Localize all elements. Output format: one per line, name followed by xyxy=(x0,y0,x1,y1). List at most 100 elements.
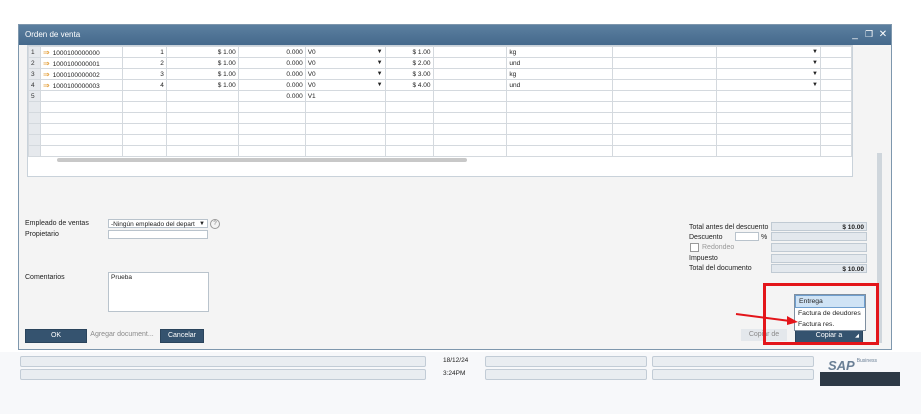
dropdown-cell[interactable] xyxy=(716,90,821,102)
chevron-down-icon[interactable]: ▼ xyxy=(377,71,383,77)
empty-cell[interactable] xyxy=(819,101,852,113)
quantity-cell[interactable] xyxy=(121,90,167,102)
minimize-icon[interactable]: _ xyxy=(849,28,861,41)
empty-cell[interactable] xyxy=(432,57,508,69)
empty-cell[interactable] xyxy=(612,79,718,91)
quantity-cell[interactable]: 2 xyxy=(121,57,167,69)
table-row[interactable] xyxy=(28,101,852,113)
empty-cell[interactable] xyxy=(237,145,306,157)
line-total-cell[interactable] xyxy=(384,90,434,102)
empty-cell[interactable] xyxy=(612,90,718,102)
line-total-cell[interactable]: $ 1.00 xyxy=(384,46,434,58)
unit-price-cell[interactable]: $ 1.00 xyxy=(165,68,239,80)
empty-cell[interactable] xyxy=(432,112,508,124)
empty-cell[interactable] xyxy=(39,145,123,157)
chevron-down-icon[interactable]: ▼ xyxy=(812,60,818,66)
quantity-cell[interactable]: 3 xyxy=(121,68,167,80)
quantity-cell[interactable]: 1 xyxy=(121,46,167,58)
discount-input[interactable] xyxy=(735,232,759,241)
empty-cell[interactable] xyxy=(819,68,852,80)
chevron-down-icon[interactable]: ▼ xyxy=(377,49,383,55)
empty-cell[interactable] xyxy=(432,90,508,102)
item-code-cell[interactable]: ⇒ 1000100000003 xyxy=(39,79,123,91)
empty-cell[interactable] xyxy=(304,134,386,146)
line-total-cell[interactable]: $ 3.00 xyxy=(384,68,434,80)
link-arrow-icon[interactable]: ⇒ xyxy=(43,70,50,79)
empty-cell[interactable] xyxy=(612,57,718,69)
empty-cell[interactable] xyxy=(819,134,852,146)
table-row[interactable] xyxy=(28,145,852,157)
dropdown-cell[interactable]: ▼ xyxy=(716,79,821,91)
help-icon[interactable]: ? xyxy=(210,219,220,229)
uom-cell[interactable]: kg xyxy=(506,68,614,80)
empty-cell[interactable] xyxy=(237,101,306,113)
empty-cell[interactable] xyxy=(612,145,718,157)
empty-cell[interactable] xyxy=(121,123,167,135)
empty-cell[interactable] xyxy=(716,112,821,124)
empty-cell[interactable] xyxy=(612,46,718,58)
empty-cell[interactable] xyxy=(819,79,852,91)
ok-button[interactable]: OK xyxy=(25,329,87,343)
empty-cell[interactable] xyxy=(384,145,434,157)
empty-cell[interactable] xyxy=(121,134,167,146)
item-code-cell[interactable] xyxy=(39,90,123,102)
empty-cell[interactable] xyxy=(304,112,386,124)
tax-code-cell[interactable]: V1 xyxy=(304,90,386,102)
line-total-cell[interactable]: $ 2.00 xyxy=(384,57,434,69)
empty-cell[interactable] xyxy=(612,112,718,124)
chevron-down-icon[interactable]: ▼ xyxy=(377,60,383,66)
empty-cell[interactable] xyxy=(384,134,434,146)
empty-cell[interactable] xyxy=(612,123,718,135)
empty-cell[interactable] xyxy=(384,123,434,135)
empty-cell[interactable] xyxy=(716,101,821,113)
empty-cell[interactable] xyxy=(121,145,167,157)
empty-cell[interactable] xyxy=(612,134,718,146)
empty-cell[interactable] xyxy=(39,123,123,135)
discount-cell[interactable]: 0.000 xyxy=(237,68,306,80)
rounding-checkbox[interactable] xyxy=(690,243,699,252)
link-arrow-icon[interactable]: ⇒ xyxy=(43,81,50,90)
unit-price-cell[interactable]: $ 1.00 xyxy=(165,57,239,69)
unit-price-cell[interactable]: $ 1.00 xyxy=(165,46,239,58)
horizontal-scrollbar[interactable] xyxy=(57,158,467,162)
empty-cell[interactable] xyxy=(819,123,852,135)
empty-cell[interactable] xyxy=(165,112,239,124)
sales-employee-select[interactable]: -Ningún empleado del depart ▼ xyxy=(108,219,208,228)
empty-cell[interactable] xyxy=(819,46,852,58)
empty-cell[interactable] xyxy=(506,134,614,146)
empty-cell[interactable] xyxy=(716,123,821,135)
tax-code-cell[interactable]: V0 ▼ xyxy=(304,68,386,80)
empty-cell[interactable] xyxy=(39,101,123,113)
table-row[interactable]: 3 ⇒ 1000100000002 3 $ 1.00 0.000 V0 ▼ $ 3.00 kg ▼ xyxy=(28,68,852,80)
empty-cell[interactable] xyxy=(506,123,614,135)
item-code-cell[interactable]: ⇒ 1000100000000 xyxy=(39,46,123,58)
empty-cell[interactable] xyxy=(384,101,434,113)
cancel-button[interactable]: Cancelar xyxy=(160,329,204,343)
empty-cell[interactable] xyxy=(384,112,434,124)
window-titlebar[interactable]: Orden de venta _ ❐ ✕ xyxy=(19,25,891,45)
discount-cell[interactable]: 0.000 xyxy=(237,90,306,102)
empty-cell[interactable] xyxy=(432,68,508,80)
empty-cell[interactable] xyxy=(237,112,306,124)
uom-cell[interactable] xyxy=(506,90,614,102)
empty-cell[interactable] xyxy=(819,90,852,102)
item-code-cell[interactable]: ⇒ 1000100000002 xyxy=(39,68,123,80)
unit-price-cell[interactable] xyxy=(165,90,239,102)
empty-cell[interactable] xyxy=(121,112,167,124)
line-total-cell[interactable]: $ 4.00 xyxy=(384,79,434,91)
owner-field[interactable] xyxy=(108,230,208,239)
chevron-down-icon[interactable]: ▼ xyxy=(377,82,383,88)
empty-cell[interactable] xyxy=(819,57,852,69)
empty-cell[interactable] xyxy=(432,134,508,146)
empty-cell[interactable] xyxy=(612,101,718,113)
empty-cell[interactable] xyxy=(716,145,821,157)
uom-cell[interactable]: kg xyxy=(506,46,614,58)
empty-cell[interactable] xyxy=(819,112,852,124)
empty-cell[interactable] xyxy=(716,134,821,146)
empty-cell[interactable] xyxy=(304,123,386,135)
empty-cell[interactable] xyxy=(165,134,239,146)
empty-cell[interactable] xyxy=(304,101,386,113)
table-row[interactable] xyxy=(28,134,852,146)
empty-cell[interactable] xyxy=(506,101,614,113)
close-icon[interactable]: ✕ xyxy=(877,28,889,41)
